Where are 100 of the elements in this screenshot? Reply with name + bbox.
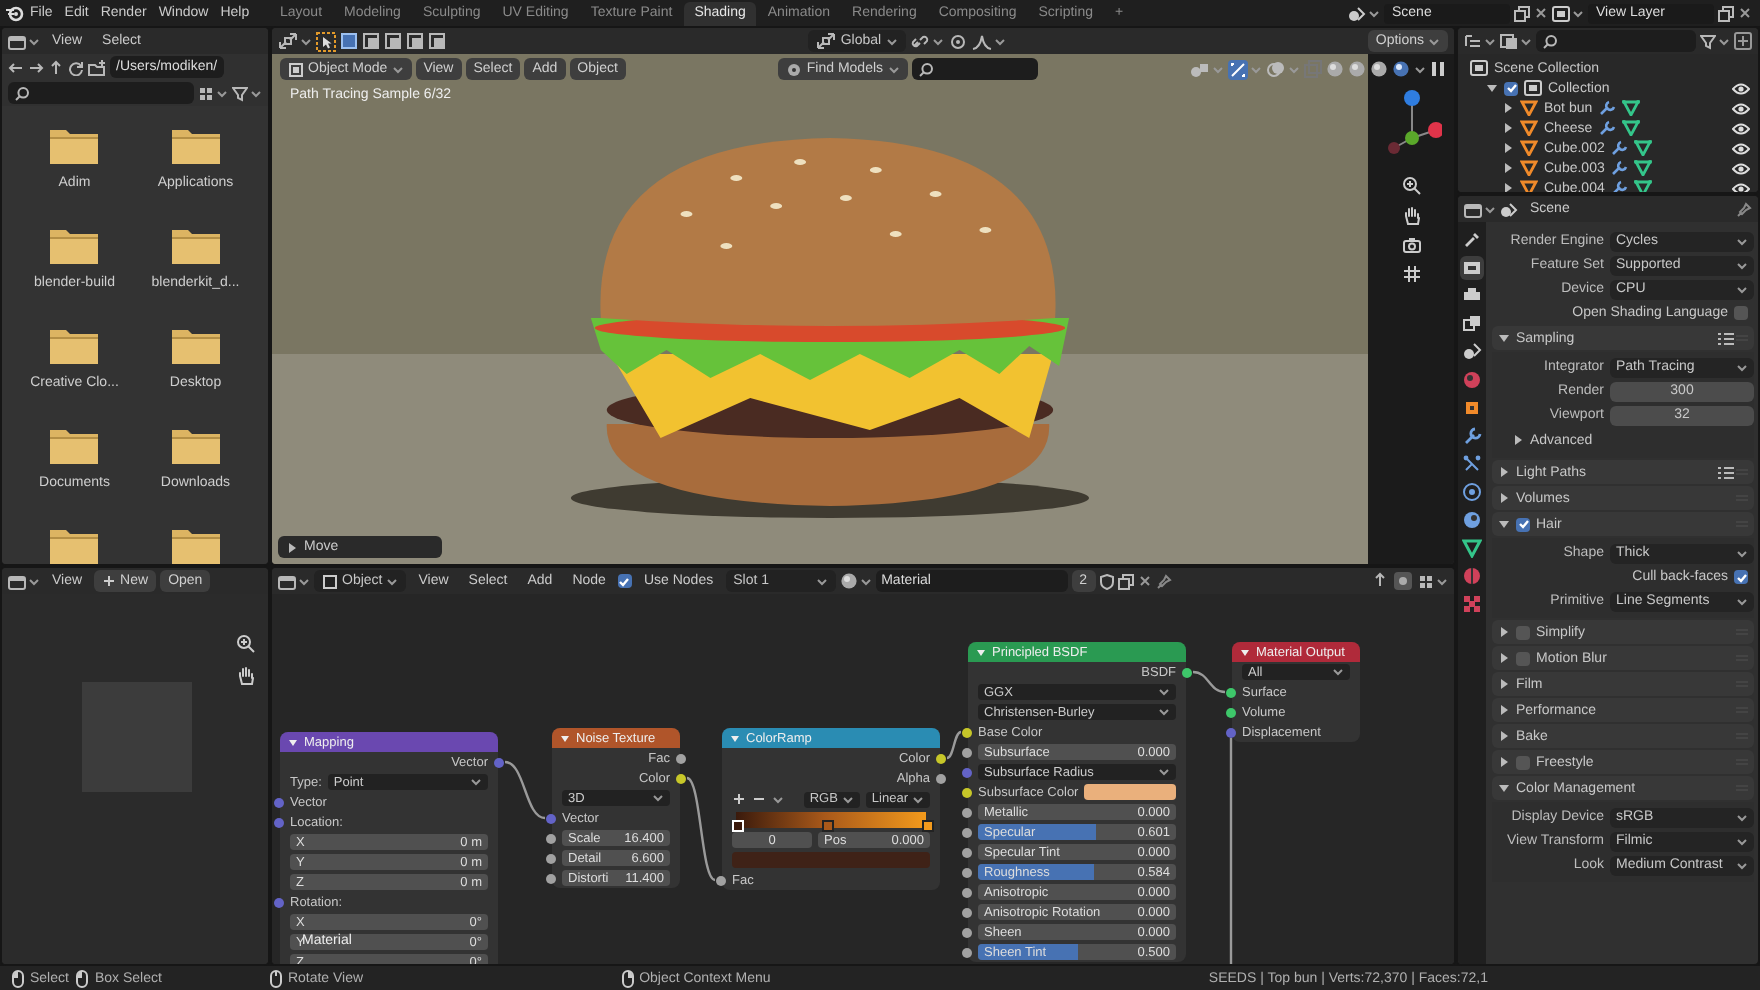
checkbox[interactable] (1734, 570, 1748, 584)
mesh-data-icon[interactable] (1634, 160, 1653, 176)
folder-icon[interactable] (169, 326, 222, 366)
eye-icon[interactable] (1732, 101, 1750, 115)
backdrop-icon[interactable] (1394, 572, 1412, 590)
image-editor-icon[interactable] (8, 573, 26, 589)
copy-icon[interactable] (1718, 5, 1734, 21)
collapse-arrow-icon[interactable] (976, 647, 986, 657)
socket-dot[interactable] (962, 947, 972, 957)
view-layer-icon[interactable] (1500, 33, 1518, 49)
mesh-data-icon[interactable] (1634, 140, 1653, 156)
socket-dot[interactable] (962, 867, 972, 877)
wrench-icon[interactable] (1598, 100, 1617, 116)
socket-dot[interactable] (546, 813, 556, 823)
app-logo-icon[interactable] (4, 4, 24, 22)
expand-down-icon[interactable] (1498, 782, 1510, 794)
expand-right-icon[interactable] (1512, 434, 1524, 446)
up-arrow-icon[interactable] (1372, 572, 1388, 588)
expand-right-icon[interactable] (1498, 756, 1510, 768)
camera-icon[interactable] (1401, 236, 1421, 254)
falloff-curve-icon[interactable] (971, 33, 992, 49)
shading-mode-icon[interactable] (1370, 60, 1389, 78)
display-mode-icon[interactable] (1464, 33, 1482, 49)
wrench-icon[interactable] (1610, 140, 1629, 156)
expand-right-icon[interactable] (1502, 102, 1514, 114)
minus-icon[interactable] (752, 792, 766, 806)
socket-dot[interactable] (962, 767, 972, 777)
folder-icon[interactable] (48, 226, 101, 266)
mesh-data-icon[interactable] (1634, 180, 1653, 192)
shield-icon[interactable] (1099, 573, 1113, 589)
scene-icon[interactable] (1500, 201, 1518, 217)
socket-dot[interactable] (1226, 727, 1236, 737)
folder-icon[interactable] (48, 326, 101, 366)
filter-icon[interactable] (1700, 33, 1716, 49)
collapse-arrow-icon[interactable] (730, 733, 740, 743)
up-arrow-icon[interactable] (48, 59, 64, 75)
collection-icon[interactable] (1524, 80, 1542, 96)
folder-icon[interactable] (169, 426, 222, 466)
socket-dot[interactable] (962, 927, 972, 937)
socket-dot[interactable] (274, 897, 284, 907)
new-folder-icon[interactable] (88, 59, 106, 75)
copy-icon[interactable] (1514, 5, 1530, 21)
search-field[interactable] (911, 58, 1038, 80)
socket-dot[interactable] (962, 807, 972, 817)
close-icon[interactable] (1137, 574, 1151, 588)
socket-dot[interactable] (274, 797, 284, 807)
expand-right-icon[interactable] (1502, 162, 1514, 174)
search-field[interactable] (1536, 30, 1696, 52)
color-swatch[interactable] (732, 852, 930, 868)
presets-icon[interactable] (1718, 465, 1734, 479)
expand-right-icon[interactable] (1498, 704, 1510, 716)
copy-icon[interactable] (1117, 573, 1133, 589)
socket-dot[interactable] (1226, 707, 1236, 717)
editor-type-icon[interactable] (8, 33, 26, 49)
forward-arrow-icon[interactable] (28, 59, 44, 75)
socket-dot[interactable] (546, 853, 556, 863)
hand-icon[interactable] (1401, 206, 1421, 226)
new-collection-icon[interactable] (1734, 32, 1752, 50)
socket-dot[interactable] (676, 753, 686, 763)
socket-dot[interactable] (676, 773, 686, 783)
checkbox[interactable] (1516, 625, 1530, 639)
pause-icon[interactable] (1430, 60, 1447, 78)
socket-dot[interactable] (936, 753, 946, 763)
close-icon[interactable] (1534, 6, 1548, 20)
expand-down-icon[interactable] (1498, 518, 1510, 530)
proportional-editing-icon[interactable] (947, 33, 968, 49)
eye-icon[interactable] (1732, 81, 1750, 95)
grid-view-icon[interactable] (1418, 573, 1434, 589)
eye-icon[interactable] (1732, 161, 1750, 175)
socket-dot[interactable] (962, 827, 972, 837)
folder-icon[interactable] (169, 526, 222, 564)
pin-icon[interactable] (1736, 201, 1752, 217)
folder-icon[interactable] (169, 126, 222, 166)
socket-dot[interactable] (936, 773, 946, 783)
expand-right-icon[interactable] (286, 541, 298, 553)
back-arrow-icon[interactable] (8, 59, 24, 75)
caret-icon[interactable] (772, 793, 784, 805)
expand-right-icon[interactable] (1498, 730, 1510, 742)
expand-down-icon[interactable] (1498, 332, 1510, 344)
socket-dot[interactable] (962, 727, 972, 737)
checkbox[interactable] (1734, 306, 1748, 320)
expand-right-icon[interactable] (1498, 492, 1510, 504)
refresh-icon[interactable] (68, 59, 84, 75)
folder-icon[interactable] (169, 226, 222, 266)
select-tool-icon[interactable] (316, 31, 336, 51)
node-editor-icon[interactable] (278, 573, 296, 589)
pin-icon[interactable] (1155, 573, 1171, 589)
socket-dot[interactable] (962, 787, 972, 797)
socket-dot[interactable] (274, 817, 284, 827)
eye-icon[interactable] (1732, 181, 1750, 192)
zoom-icon[interactable] (1401, 176, 1421, 196)
plus-icon[interactable] (732, 792, 746, 806)
folder-icon[interactable] (48, 526, 101, 564)
expand-right-icon[interactable] (1498, 652, 1510, 664)
wrench-icon[interactable] (1598, 120, 1617, 136)
expand-down-icon[interactable] (1486, 82, 1498, 94)
socket-dot[interactable] (1182, 667, 1192, 677)
checkbox[interactable] (1516, 651, 1530, 665)
search-field[interactable] (8, 82, 194, 104)
color-swatch[interactable] (1084, 784, 1176, 800)
